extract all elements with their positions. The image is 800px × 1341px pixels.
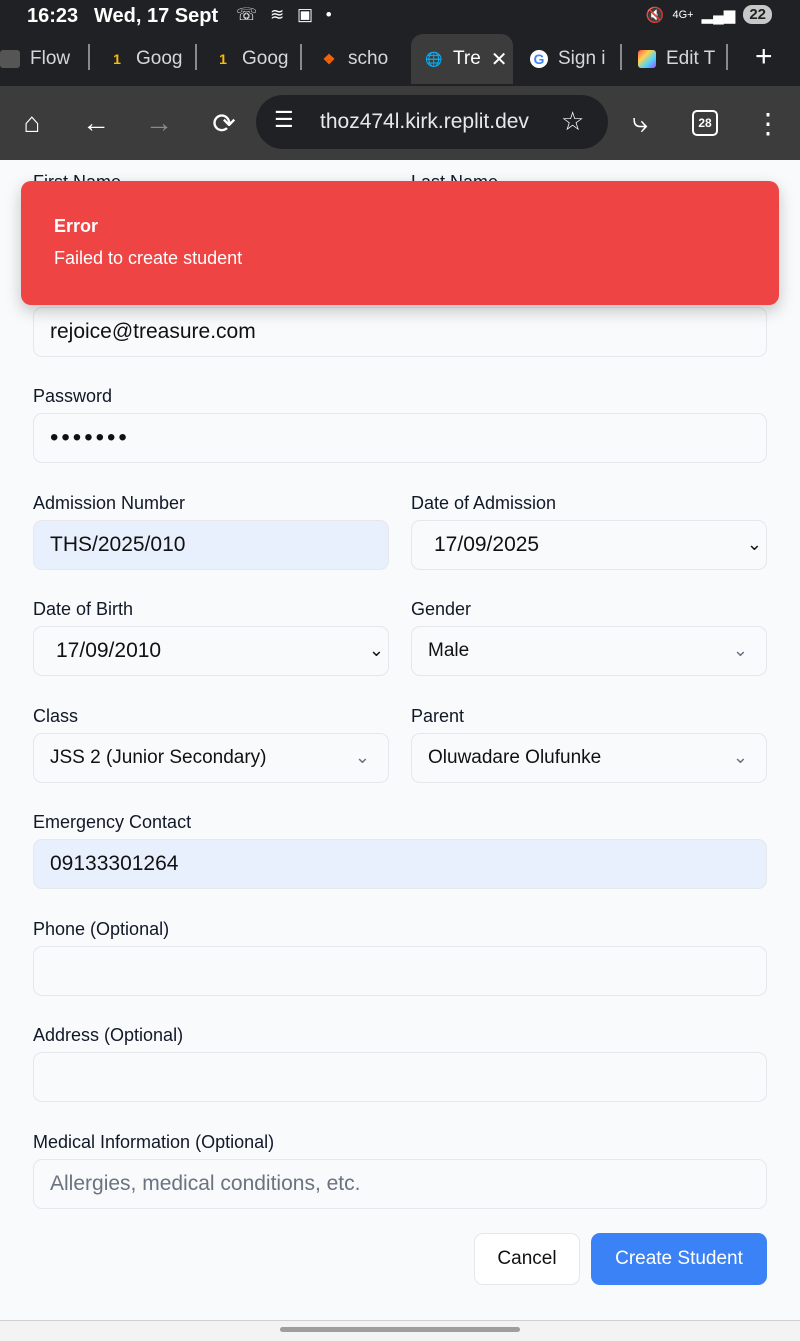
new-tab-button[interactable]: +: [755, 40, 773, 74]
tab-flow[interactable]: Flow: [0, 34, 84, 84]
tab-label: Sign i: [558, 48, 606, 69]
date-of-birth-field[interactable]: 17/09/2010 ⌄: [33, 626, 389, 676]
tab-label: Tre: [453, 48, 481, 69]
address-bar[interactable]: ☰ thoz474l.kirk.replit.dev ☆: [256, 95, 608, 149]
tab-google-one-2[interactable]: 1 Goog: [214, 34, 296, 84]
date-of-admission-label: Date of Admission: [411, 493, 557, 513]
browser-tab-strip: Flow 1 Goog 1 Goog ❖ scho 🌐 Tre ✕ G Sign…: [0, 34, 800, 86]
signal-icon: ▂▄▆: [701, 6, 736, 24]
reload-icon[interactable]: ⟳: [206, 105, 242, 141]
tab-separator: [195, 44, 197, 70]
medical-information-field[interactable]: Allergies, medical conditions, etc.: [33, 1159, 767, 1209]
gallery-icon: [638, 50, 656, 68]
tab-switcher-button[interactable]: 28: [692, 110, 718, 136]
tab-separator: [300, 44, 302, 70]
class-select[interactable]: JSS 2 (Junior Secondary) ⌄: [33, 733, 389, 783]
more-menu-icon[interactable]: ⋮: [750, 105, 786, 141]
date-of-admission-field[interactable]: 17/09/2025 ⌄: [411, 520, 767, 570]
site-settings-icon[interactable]: ☰: [274, 107, 294, 133]
chevron-down-icon: ⌄: [746, 534, 762, 554]
page-content: First Name Last Name rejoice@treasure.co…: [0, 160, 800, 1320]
forward-icon[interactable]: →: [141, 105, 177, 141]
tab-label: Edit T: [666, 48, 716, 69]
gender-select[interactable]: Male ⌄: [411, 626, 767, 676]
tab-separator: [620, 44, 622, 70]
tab-label: Flow: [30, 48, 71, 69]
toast-message: Failed to create student: [54, 248, 243, 268]
class-label: Class: [33, 706, 79, 726]
parent-label: Parent: [411, 706, 465, 726]
replit-icon: ❖: [322, 50, 336, 67]
home-icon[interactable]: ⌂: [14, 105, 50, 141]
notification-icons: ☏ ≋ ▣ •: [236, 5, 336, 24]
email-field[interactable]: rejoice@treasure.com: [33, 307, 767, 357]
tab-label: scho: [348, 48, 389, 69]
gesture-handle[interactable]: [280, 1327, 520, 1332]
admission-number-label: Admission Number: [33, 493, 186, 513]
back-icon[interactable]: ←: [78, 105, 114, 141]
parent-select[interactable]: Oluwadare Olufunke ⌄: [411, 733, 767, 783]
class-value: JSS 2 (Junior Secondary): [50, 747, 267, 768]
google-g-icon: G: [530, 50, 548, 68]
date-of-admission-value: 17/09/2025: [434, 533, 540, 556]
battery-indicator: 22: [743, 5, 772, 24]
network-indicator: 4G+: [672, 8, 694, 21]
google-one-icon: 1: [113, 51, 121, 67]
tab-label: Goog: [136, 48, 183, 69]
gender-label: Gender: [411, 599, 472, 619]
browser-toolbar: ⌂ ← → ⟳ ☰ thoz474l.kirk.replit.dev ☆ ⤷ 2…: [0, 86, 800, 160]
mute-icon: 🔇: [645, 6, 665, 24]
flow-icon: [0, 50, 20, 68]
password-field[interactable]: •••••••: [33, 413, 767, 463]
address-label: Address (Optional): [33, 1025, 184, 1045]
url-text[interactable]: thoz474l.kirk.replit.dev: [320, 110, 529, 134]
date-of-birth-label: Date of Birth: [33, 599, 134, 619]
address-field[interactable]: [33, 1052, 767, 1102]
chevron-down-icon: ⌄: [368, 640, 384, 660]
toast-title: Error: [54, 216, 99, 236]
medical-information-label: Medical Information (Optional): [33, 1132, 275, 1152]
globe-icon: 🌐: [425, 50, 443, 67]
tab-google-sign-in[interactable]: G Sign i: [530, 34, 612, 84]
close-tab-icon[interactable]: ✕: [491, 47, 508, 72]
tab-separator: [88, 44, 90, 70]
create-student-button[interactable]: Create Student: [591, 1233, 767, 1285]
password-label: Password: [33, 386, 113, 406]
tab-active[interactable]: 🌐 Tre ✕: [411, 34, 513, 84]
emergency-contact-field[interactable]: 09133301264: [33, 839, 767, 889]
google-one-icon: 1: [219, 51, 227, 67]
share-icon[interactable]: ⤷: [622, 105, 658, 141]
emergency-contact-label: Emergency Contact: [33, 812, 192, 832]
phone-field[interactable]: [33, 946, 767, 996]
tab-replit[interactable]: ❖ scho: [320, 34, 400, 84]
admission-number-field[interactable]: THS/2025/010: [33, 520, 389, 570]
status-date: Wed, 17 Sept: [94, 5, 219, 27]
status-bar: 16:23 Wed, 17 Sept ☏ ≋ ▣ • 🔇 4G+ ▂▄▆ 22: [0, 0, 800, 34]
tab-separator: [726, 44, 728, 70]
cancel-button[interactable]: Cancel: [474, 1233, 580, 1285]
gender-value: Male: [428, 640, 470, 661]
phone-label: Phone (Optional): [33, 919, 170, 939]
system-navigation-bar: [0, 1320, 800, 1341]
chevron-down-icon: ⌄: [354, 747, 370, 767]
date-of-birth-value: 17/09/2010: [56, 639, 162, 662]
chevron-down-icon: ⌄: [732, 640, 748, 660]
parent-value: Oluwadare Olufunke: [428, 747, 602, 768]
tab-google-one-1[interactable]: 1 Goog: [108, 34, 190, 84]
error-toast[interactable]: Error Failed to create student: [21, 181, 779, 305]
status-right: 🔇 4G+ ▂▄▆ 22: [646, 5, 772, 24]
bookmark-star-icon[interactable]: ☆: [561, 106, 584, 137]
chevron-down-icon: ⌄: [732, 747, 748, 767]
status-time: 16:23: [27, 5, 79, 27]
tab-label: Goog: [242, 48, 289, 69]
tab-edit[interactable]: Edit T: [638, 34, 718, 84]
